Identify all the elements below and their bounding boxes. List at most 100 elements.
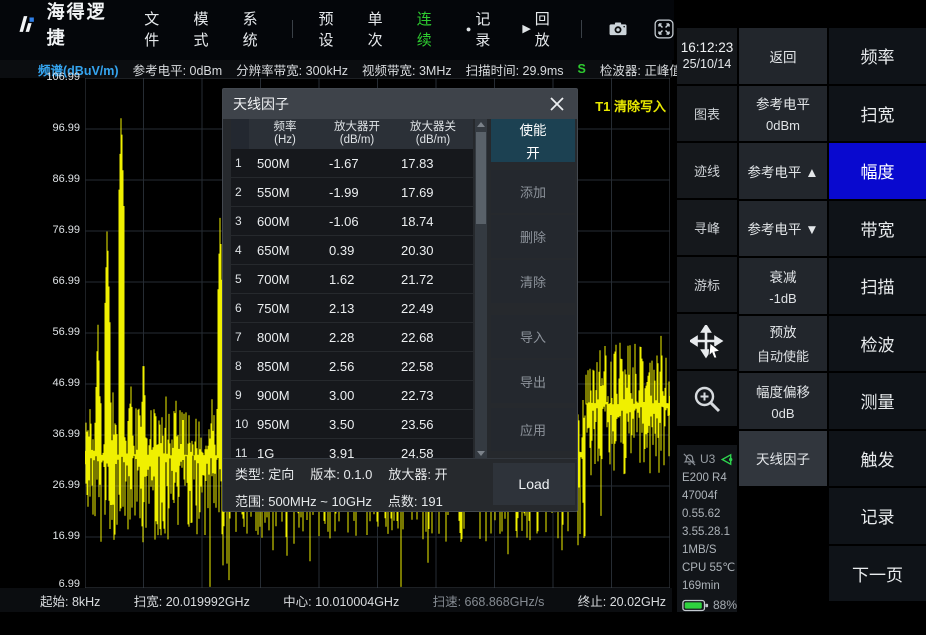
menu-item-continuous[interactable]: 连续 xyxy=(417,8,440,50)
table-row[interactable]: 9 900M 3.00 22.73 xyxy=(231,381,473,410)
function-column: 频率 扫宽 幅度 带宽 扫描 检波 测量 触发 记录 下一页 xyxy=(829,28,926,601)
menu-item-system[interactable]: 系统 xyxy=(243,8,266,50)
table-row[interactable]: 10 950M 3.50 23.56 xyxy=(231,410,473,439)
factor-amp-state: 放大器: 开 xyxy=(388,467,448,482)
scrollbar-thumb[interactable] xyxy=(476,132,486,224)
dialog-title-bar[interactable]: 天线因子 xyxy=(223,89,577,119)
rbw-status: 分辨率带宽: 300kHz xyxy=(236,63,349,78)
fw-version-1: 0.55.62 xyxy=(682,508,721,520)
record-dot-icon: ● xyxy=(465,23,472,34)
clock-block: 16:12:23 25/10/14 xyxy=(677,28,737,84)
amplitude-offset-button[interactable]: 幅度偏移 0dB xyxy=(739,373,827,429)
clear-button[interactable]: 清除 xyxy=(491,260,575,303)
menu-item-single[interactable]: 单次 xyxy=(368,8,391,50)
spectrum-analyzer-screen: 海得逻捷 文件 模式 系统 预设 单次 连续 ● 记录 ▶ 回放 频谱(dBuV… xyxy=(0,0,926,635)
menu-item-playback[interactable]: ▶ 回放 xyxy=(522,8,555,50)
factor-points: 点数: 191 xyxy=(387,494,443,509)
y-axis-tick: 56.99 xyxy=(52,326,80,338)
antenna-factor-button[interactable]: 天线因子 xyxy=(739,430,827,486)
antenna-factor-table: 1 500M -1.67 17.83 2 550M -1.99 17.69 3 600M -1.… xyxy=(231,149,473,459)
menu-item-record[interactable]: ● 记录 xyxy=(466,8,496,50)
dialog-button-column: 使能 开 添加 删除 清除 导入 导出 应用 xyxy=(491,119,575,451)
usb-status: U3 xyxy=(700,452,716,466)
sidebar-item-peak-search[interactable]: 寻峰 xyxy=(677,200,737,255)
attenuation-button[interactable]: 衰减 -1dB xyxy=(739,258,827,314)
start-freq: 起始: 8kHz xyxy=(40,594,101,609)
enable-button[interactable]: 使能 开 xyxy=(491,119,575,162)
system-status-block: U3 E200 R4 47004f 0.55.62 3.55.28.1 1MB/… xyxy=(677,445,737,612)
table-row[interactable]: 6 750M 2.13 22.49 xyxy=(231,294,473,323)
menu-divider xyxy=(291,20,293,38)
back-button[interactable]: 返回 xyxy=(739,28,827,84)
tab-measure[interactable]: 测量 xyxy=(829,373,926,429)
tab-sweep[interactable]: 扫描 xyxy=(829,258,926,314)
frequency-status-bar: 起始: 8kHz 扫宽: 20.019992GHz 中心: 10.010004G… xyxy=(0,588,672,612)
header-index xyxy=(231,119,249,149)
tab-bandwidth[interactable]: 带宽 xyxy=(829,200,926,256)
sidebar-item-marker[interactable]: 游标 xyxy=(677,257,737,312)
battery-minutes: 169min xyxy=(682,580,720,592)
tab-frequency[interactable]: 频率 xyxy=(829,28,926,84)
tab-next-page[interactable]: 下一页 xyxy=(829,545,926,601)
close-button[interactable] xyxy=(547,94,567,114)
scroll-down-icon[interactable] xyxy=(477,451,485,456)
sweep-flag: S xyxy=(577,62,586,76)
table-row[interactable]: 8 850M 2.56 22.58 xyxy=(231,352,473,381)
table-row[interactable]: 5 700M 1.62 21.72 xyxy=(231,265,473,294)
menu-item-preset[interactable]: 预设 xyxy=(318,8,341,50)
load-button[interactable]: Load xyxy=(493,463,575,505)
sidebar-item-trace[interactable]: 迹线 xyxy=(677,143,737,198)
delete-button[interactable]: 删除 xyxy=(491,215,575,258)
submenu-column: 返回 参考电平 0dBm 参考电平 ▲ 参考电平 ▼ 衰减 -1dB 预放 自动… xyxy=(739,28,827,486)
table-row[interactable]: 7 800M 2.28 22.68 xyxy=(231,323,473,352)
header-frequency: 频率 (Hz) xyxy=(273,121,297,146)
brand-name: 海得逻捷 xyxy=(46,2,107,48)
y-axis-tick: 26.99 xyxy=(52,479,80,491)
zoom-tool-button[interactable] xyxy=(677,371,737,426)
table-row[interactable]: 1 500M -1.67 17.83 xyxy=(231,149,473,178)
close-icon xyxy=(550,97,564,111)
add-button[interactable]: 添加 xyxy=(491,170,575,213)
pan-tool-button[interactable] xyxy=(677,314,737,369)
import-button[interactable]: 导入 xyxy=(491,315,575,358)
sidebar-item-chart[interactable]: 图表 xyxy=(677,86,737,141)
menu-item-mode[interactable]: 模式 xyxy=(193,8,216,50)
factor-type: 类型: 定向 xyxy=(235,467,295,482)
ref-level-down-button[interactable]: 参考电平 ▼ xyxy=(739,200,827,256)
table-row[interactable]: 11 1G 3.91 24.58 xyxy=(231,439,473,459)
tab-span[interactable]: 扫宽 xyxy=(829,85,926,141)
y-axis-tick: 46.99 xyxy=(52,377,80,389)
ref-level-button[interactable]: 参考电平 0dBm xyxy=(739,85,827,141)
vbw-status: 视频带宽: 3MHz xyxy=(362,63,452,78)
preamp-button[interactable]: 预放 自动使能 xyxy=(739,315,827,371)
table-row[interactable]: 3 600M -1.06 18.74 xyxy=(231,207,473,236)
clock-date: 25/10/14 xyxy=(682,57,732,71)
table-row[interactable]: 4 650M 0.39 20.30 xyxy=(231,236,473,265)
camera-icon[interactable] xyxy=(608,19,628,39)
scroll-up-icon[interactable] xyxy=(477,122,485,127)
header-amp-on: 放大器开 (dB/m) xyxy=(334,121,380,146)
tab-amplitude[interactable]: 幅度 xyxy=(829,143,926,199)
fullscreen-icon[interactable] xyxy=(654,16,674,42)
device-model: E200 R4 xyxy=(682,472,727,484)
factor-range: 范围: 500MHz ~ 10GHz xyxy=(235,494,372,509)
footer-divider xyxy=(223,458,577,459)
ref-level-up-button[interactable]: 参考电平 ▲ xyxy=(739,143,827,199)
apply-button[interactable]: 应用 xyxy=(491,408,575,451)
menu-item-file[interactable]: 文件 xyxy=(144,8,167,50)
table-row[interactable]: 2 550M -1.99 17.69 xyxy=(231,178,473,207)
center-freq: 中心: 10.010004GHz xyxy=(283,594,400,609)
main-menu: 文件 模式 系统 预设 单次 连续 ● 记录 ▶ 回放 xyxy=(144,8,674,50)
pan-hand-icon xyxy=(690,324,724,358)
sweep-time-status: 扫描时间: 29.9ms xyxy=(465,63,564,78)
tab-trigger[interactable]: 触发 xyxy=(829,430,926,486)
table-scrollbar[interactable] xyxy=(475,119,487,459)
y-axis-tick: 16.99 xyxy=(52,530,80,542)
table-header: 频率 (Hz) 放大器开 (dB/m) 放大器关 (dB/m) xyxy=(231,119,473,149)
tab-record[interactable]: 记录 xyxy=(829,488,926,544)
clock-time: 16:12:23 xyxy=(680,40,734,55)
factor-version: 版本: 0.1.0 xyxy=(310,467,373,482)
play-icon: ▶ xyxy=(522,22,531,35)
tab-detector[interactable]: 检波 xyxy=(829,315,926,371)
export-button[interactable]: 导出 xyxy=(491,360,575,403)
